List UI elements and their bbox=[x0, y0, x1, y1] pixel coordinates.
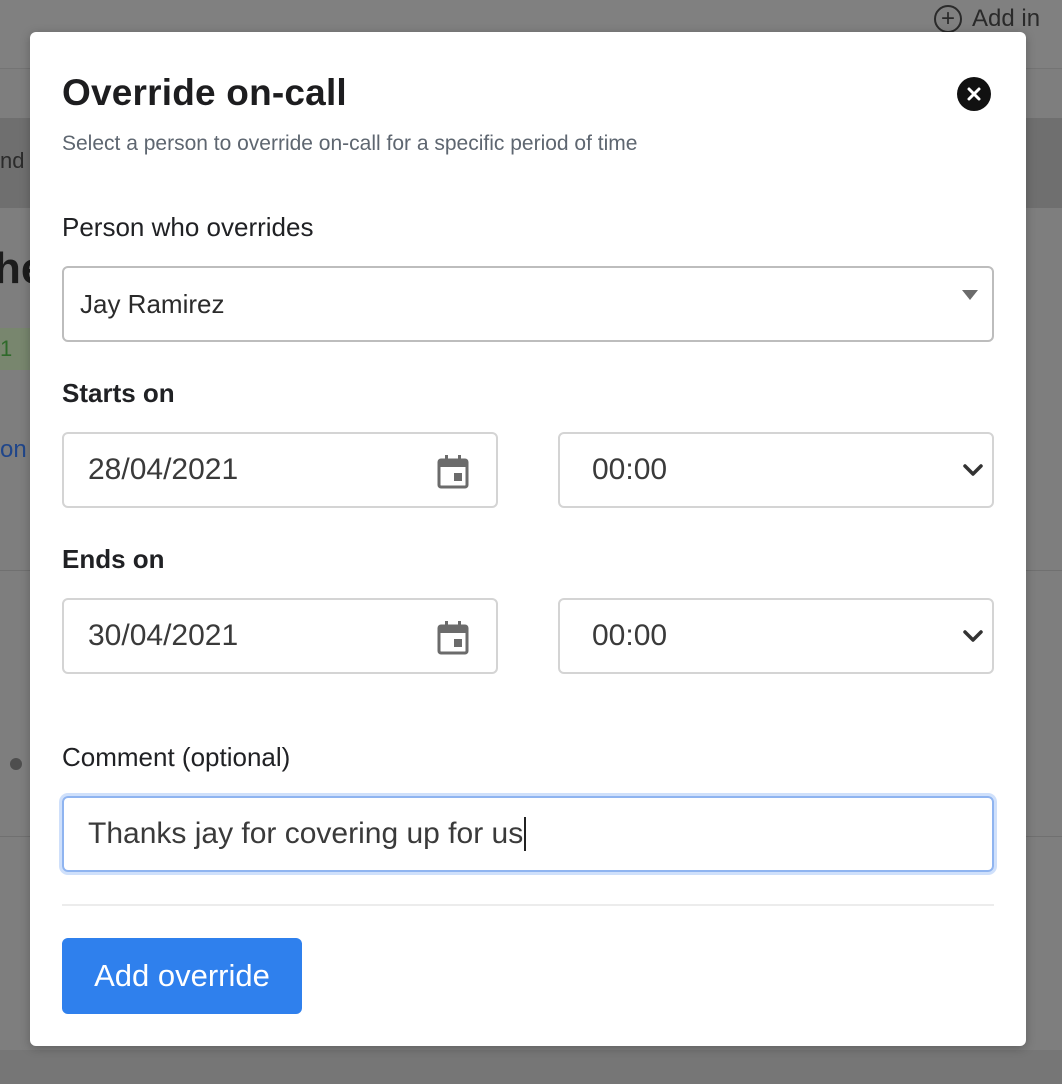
comment-label: Comment (optional) bbox=[62, 742, 291, 772]
add-override-button[interactable]: Add override bbox=[62, 938, 302, 1014]
text-cursor bbox=[524, 817, 527, 851]
dialog-title: Override on-call bbox=[62, 72, 347, 113]
background-status-badge: 1 bbox=[0, 328, 30, 370]
background-bottom bbox=[0, 1050, 1062, 1084]
comment-input[interactable]: Thanks jay for covering up for us bbox=[62, 796, 994, 872]
end-date-value: 30/04/2021 bbox=[88, 619, 239, 652]
background-add-button-label: Add in bbox=[972, 5, 1041, 32]
start-date-input[interactable]: 28/04/2021 bbox=[62, 432, 498, 508]
caret-down-icon bbox=[962, 290, 978, 300]
person-select[interactable]: Jay Ramirez bbox=[62, 266, 994, 342]
background-dot bbox=[10, 758, 22, 770]
comment-input-value: Thanks jay for covering up for us bbox=[88, 817, 524, 850]
background-add-button[interactable]: + Add in bbox=[934, 4, 1040, 34]
dialog-subtitle: Select a person to override on-call for … bbox=[62, 132, 638, 155]
start-date-value: 28/04/2021 bbox=[88, 453, 239, 486]
close-icon bbox=[967, 87, 981, 101]
starts-on-label: Starts on bbox=[62, 378, 175, 408]
calendar-icon[interactable] bbox=[436, 454, 470, 490]
person-label: Person who overrides bbox=[62, 212, 314, 242]
end-date-input[interactable]: 30/04/2021 bbox=[62, 598, 498, 674]
start-time-value: 00:00 bbox=[592, 453, 668, 486]
override-dialog: Override on-call Select a person to over… bbox=[30, 32, 1026, 1046]
chevron-down-icon bbox=[963, 464, 983, 476]
calendar-icon[interactable] bbox=[436, 620, 470, 656]
start-time-select[interactable]: 00:00 bbox=[558, 432, 994, 508]
background-band-text: nd bbox=[0, 148, 25, 173]
person-select-value: Jay Ramirez bbox=[80, 288, 225, 319]
dialog-footer-divider bbox=[62, 904, 994, 906]
plus-circle-icon: + bbox=[934, 5, 962, 33]
end-time-select[interactable]: 00:00 bbox=[558, 598, 994, 674]
end-time-value: 00:00 bbox=[592, 619, 668, 652]
close-button[interactable] bbox=[957, 77, 991, 111]
chevron-down-icon bbox=[963, 630, 983, 642]
ends-on-label: Ends on bbox=[62, 544, 165, 574]
background-link[interactable]: on bbox=[0, 436, 27, 464]
